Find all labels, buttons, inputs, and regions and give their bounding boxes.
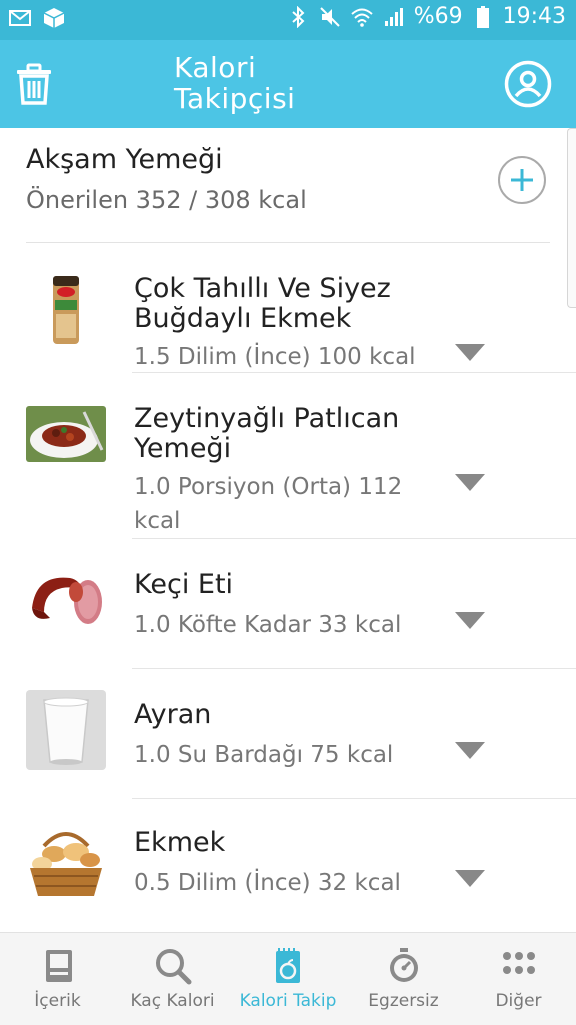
nav-label: Kaç Kalori bbox=[130, 991, 215, 1011]
ayran-glass-image bbox=[26, 690, 106, 770]
nav-label: İçerik bbox=[34, 991, 81, 1011]
food-name: Ekmek bbox=[134, 827, 226, 858]
food-name: Zeytinyağlı Patlıcan Yemeği bbox=[134, 403, 400, 464]
nav-label: Egzersiz bbox=[368, 991, 439, 1011]
nav-tab-kac-kalori[interactable]: Kaç Kalori bbox=[115, 933, 230, 1025]
food-item[interactable]: Ayran 1.0 Su Bardağı 75 kcal bbox=[0, 670, 576, 800]
bread-package-image bbox=[26, 270, 106, 350]
clock: 19:43 bbox=[502, 4, 566, 29]
package-icon bbox=[42, 6, 66, 30]
nav-label: Kalori Takip bbox=[239, 991, 337, 1011]
nav-label: Diğer bbox=[495, 991, 542, 1011]
status-bar: %69 19:43 bbox=[0, 0, 576, 40]
wifi-icon bbox=[350, 5, 374, 29]
signal-icon bbox=[382, 5, 406, 29]
search-icon bbox=[154, 947, 192, 985]
mute-icon bbox=[318, 5, 342, 29]
food-item[interactable]: Zeytinyağlı Patlıcan Yemeği 1.0 Porsiyon… bbox=[0, 374, 576, 540]
book-icon bbox=[39, 947, 77, 985]
divider bbox=[26, 242, 550, 243]
grid-icon bbox=[500, 947, 538, 985]
app-bar: Kalori Takipçisi bbox=[0, 40, 576, 128]
chevron-down-icon[interactable] bbox=[455, 344, 485, 361]
food-portion: 0.5 Dilim (İnce) 32 kcal bbox=[134, 870, 401, 896]
bottom-navigation: İçerik Kaç Kalori Kalori Takip Egzersiz … bbox=[0, 932, 576, 1025]
profile-icon[interactable] bbox=[504, 60, 552, 108]
food-item[interactable]: Keçi Eti 1.0 Köfte Kadar 33 kcal bbox=[0, 540, 576, 670]
battery-percent: %69 bbox=[413, 4, 463, 29]
bread-basket-image bbox=[26, 826, 106, 900]
food-portion: 1.0 Köfte Kadar 33 kcal bbox=[134, 612, 402, 638]
nav-tab-kalori-takip[interactable]: Kalori Takip bbox=[230, 933, 346, 1025]
nav-tab-icerik[interactable]: İçerik bbox=[0, 933, 115, 1025]
plus-icon bbox=[511, 169, 533, 191]
chevron-down-icon[interactable] bbox=[455, 742, 485, 759]
mail-icon bbox=[8, 6, 32, 30]
notepad-apple-icon bbox=[269, 947, 307, 985]
meal-calorie-summary: Önerilen 352 / 308 kcal bbox=[26, 186, 307, 214]
trash-icon[interactable] bbox=[14, 62, 54, 106]
chevron-down-icon[interactable] bbox=[455, 612, 485, 629]
divider bbox=[132, 798, 576, 799]
bluetooth-icon bbox=[286, 5, 310, 29]
battery-icon bbox=[471, 5, 495, 29]
divider bbox=[132, 668, 576, 669]
food-item[interactable]: Çok Tahıllı Ve Siyez Buğdaylı Ekmek 1.5 … bbox=[0, 244, 576, 374]
food-name: Ayran bbox=[134, 699, 212, 730]
divider bbox=[132, 538, 576, 539]
stopwatch-icon bbox=[385, 947, 423, 985]
food-name: Keçi Eti bbox=[134, 569, 234, 600]
food-name: Çok Tahıllı Ve Siyez Buğdaylı Ekmek bbox=[134, 273, 391, 334]
eggplant-dish-image bbox=[26, 406, 106, 462]
food-portion: 1.0 Su Bardağı 75 kcal bbox=[134, 742, 394, 768]
nav-tab-egzersiz[interactable]: Egzersiz bbox=[346, 933, 461, 1025]
add-food-button[interactable] bbox=[498, 156, 546, 204]
divider bbox=[132, 372, 576, 373]
nav-tab-diger[interactable]: Diğer bbox=[461, 933, 576, 1025]
chevron-down-icon[interactable] bbox=[455, 474, 485, 491]
food-item[interactable]: Ekmek 0.5 Dilim (İnce) 32 kcal bbox=[0, 800, 576, 932]
chevron-down-icon[interactable] bbox=[455, 870, 485, 887]
food-portion: 1.5 Dilim (İnce) 100 kcal bbox=[134, 344, 416, 370]
meal-title: Akşam Yemeği bbox=[26, 144, 223, 175]
sausage-image bbox=[26, 568, 106, 628]
page-title: Kalori Takipçisi bbox=[174, 51, 296, 115]
food-portion: 1.0 Porsiyon (Orta) 112 kcal bbox=[134, 474, 403, 534]
